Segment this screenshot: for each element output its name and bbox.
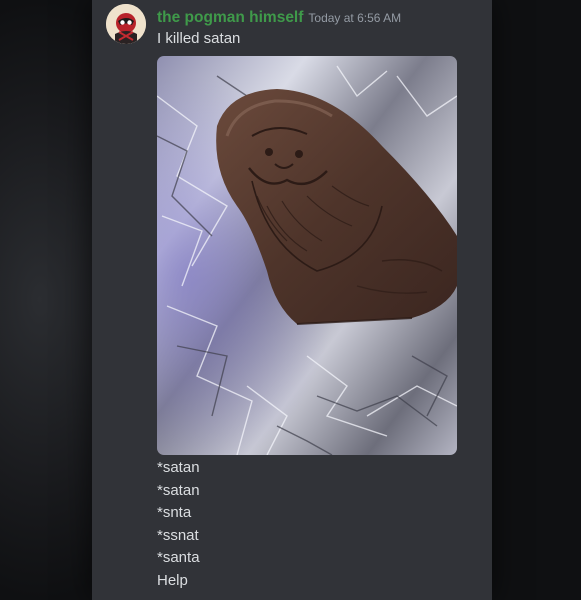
image-attachment[interactable] — [157, 56, 457, 455]
chat-message-panel: the pogman himself Today at 6:56 AM I kil… — [92, 0, 492, 600]
user-avatar[interactable] — [106, 4, 146, 44]
author-username[interactable]: the pogman himself — [157, 9, 303, 26]
message-header: the pogman himself Today at 6:56 AM — [157, 7, 401, 27]
message-text: *satan — [157, 482, 200, 499]
message-text: *snta — [157, 504, 192, 521]
message-text: I killed satan — [157, 30, 241, 47]
message-text: *santa — [157, 549, 200, 566]
message-timestamp[interactable]: Today at 6:56 AM — [308, 11, 401, 25]
message-text: Help — [157, 572, 188, 589]
message-text: *ssnat — [157, 527, 199, 544]
message-text: *satan — [157, 459, 200, 476]
